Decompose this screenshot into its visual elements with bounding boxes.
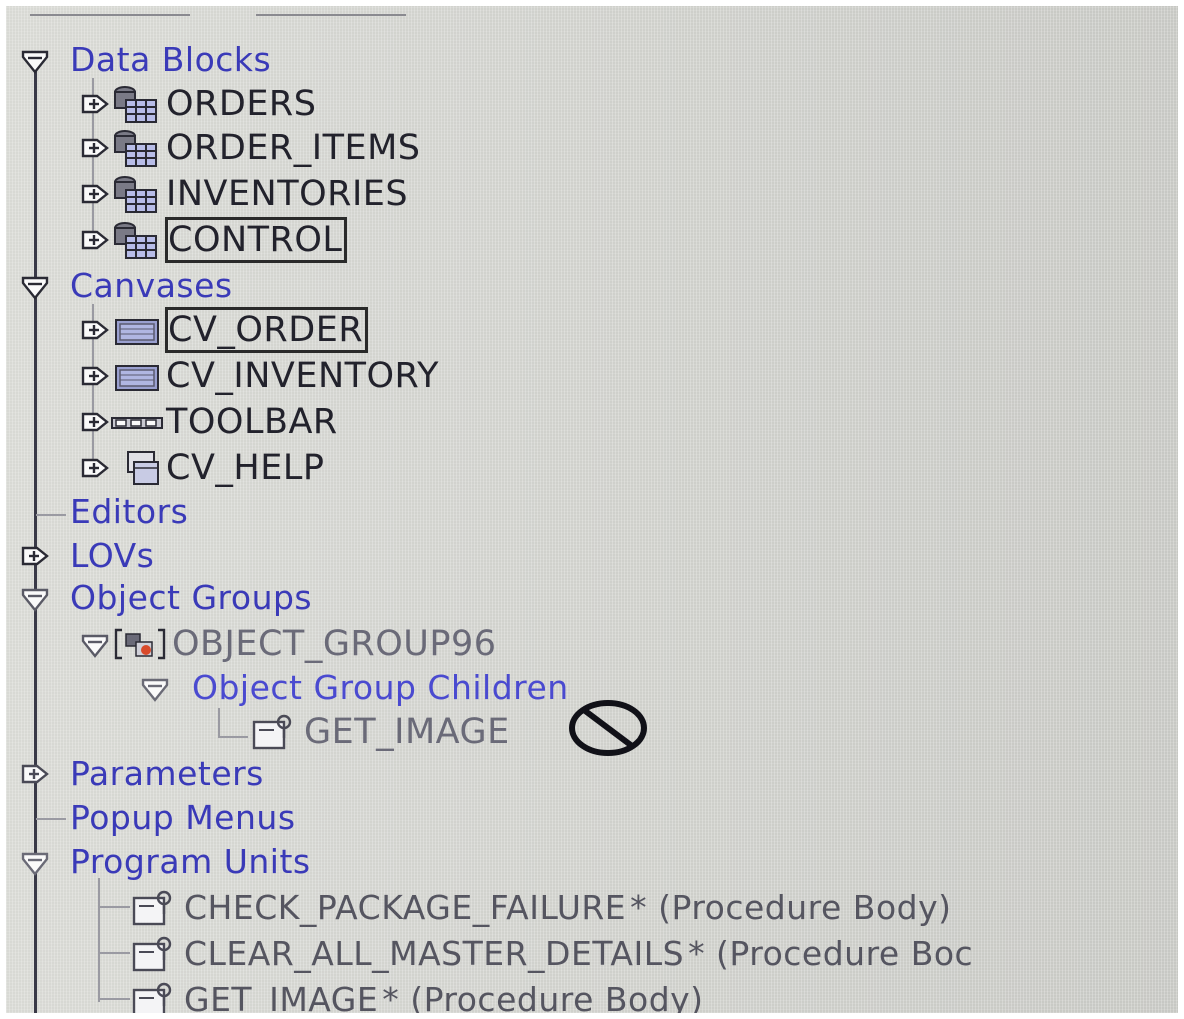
canvas-label: CV_ORDER (164, 307, 369, 353)
node-orders[interactable]: ORDERS (80, 82, 316, 126)
node-og-child-get-image[interactable]: GET_IMAGE (250, 710, 510, 754)
object-group-label: OBJECT_GROUP96 (172, 624, 497, 664)
node-order-items[interactable]: ORDER_ITEMS (80, 126, 420, 170)
category-label: Data Blocks (70, 40, 272, 79)
category-label: Parameters (70, 754, 264, 793)
clipped-row-line (256, 14, 406, 16)
tree-line-og-children (218, 708, 220, 738)
tree-branch (100, 952, 130, 954)
content-canvas-icon (110, 356, 164, 396)
expand-icon[interactable] (80, 224, 110, 256)
program-unit-name: CHECK_PACKAGE_FAILURE (184, 888, 627, 927)
expand-icon[interactable] (80, 452, 110, 484)
expand-icon[interactable] (80, 360, 110, 392)
category-label: LOVs (70, 536, 155, 575)
node-program-unit[interactable]: CLEAR_ALL_MASTER_DETAILS * (Procedure Bo… (130, 932, 973, 976)
expand-icon[interactable] (80, 178, 110, 210)
data-block-icon (110, 84, 164, 124)
content-canvas-icon (110, 310, 164, 350)
node-cv-order[interactable]: CV_ORDER (80, 307, 369, 353)
tree-branch (36, 514, 66, 516)
node-program-unit[interactable]: GET_IMAGE * (Procedure Body) (130, 978, 704, 1013)
category-label: Object Group Children (192, 668, 569, 707)
node-editors[interactable]: Editors (70, 490, 188, 534)
node-popup-menus[interactable]: Popup Menus (70, 796, 296, 840)
tree-branch (218, 736, 248, 738)
canvas-label: CV_HELP (166, 448, 325, 488)
no-drop-cursor-icon (569, 700, 647, 756)
expand-icon[interactable] (80, 88, 110, 120)
node-inventories[interactable]: INVENTORIES (80, 172, 408, 216)
tree-branch (100, 906, 130, 908)
node-program-units[interactable]: Program Units (20, 840, 311, 884)
canvas-label: CV_INVENTORY (166, 356, 440, 396)
category-label: Canvases (70, 266, 233, 305)
collapse-icon[interactable] (80, 628, 110, 660)
program-unit-label: GET_IMAGE (304, 712, 510, 752)
node-lovs[interactable]: LOVs (20, 534, 154, 578)
expand-icon[interactable] (80, 406, 110, 438)
data-block-icon (110, 174, 164, 214)
program-unit-icon (130, 888, 182, 928)
expand-icon[interactable] (80, 132, 110, 164)
program-unit-icon (130, 980, 182, 1013)
node-cv-help[interactable]: CV_HELP (80, 446, 324, 490)
expand-icon[interactable] (20, 540, 50, 572)
stacked-canvas-icon (110, 448, 164, 488)
program-unit-icon (250, 712, 302, 752)
expand-icon[interactable] (20, 758, 50, 790)
data-block-label: ORDER_ITEMS (166, 128, 421, 168)
collapse-icon[interactable] (20, 582, 50, 614)
collapse-icon[interactable] (140, 672, 170, 704)
node-object-group-children[interactable]: Object Group Children (140, 666, 569, 710)
expand-icon[interactable] (80, 314, 110, 346)
tree-branch (36, 818, 66, 820)
data-block-icon (110, 128, 164, 168)
data-block-label: INVENTORIES (166, 174, 409, 214)
program-unit-type: * (Procedure Boc (688, 934, 974, 973)
category-label: Popup Menus (70, 798, 296, 837)
node-program-unit[interactable]: CHECK_PACKAGE_FAILURE * (Procedure Body) (130, 886, 951, 930)
node-toolbar[interactable]: TOOLBAR (80, 400, 338, 444)
node-control[interactable]: CONTROL (80, 217, 348, 263)
node-data-blocks[interactable]: Data Blocks (20, 38, 271, 82)
object-navigator: Data Blocks ORDERS ORDER_ITEMS INVENTORI… (6, 6, 1178, 1013)
node-parameters[interactable]: Parameters (20, 752, 264, 796)
program-unit-type: * (Procedure Body) (630, 888, 952, 927)
program-unit-name: GET_IMAGE (184, 980, 379, 1013)
program-unit-name: CLEAR_ALL_MASTER_DETAILS (184, 934, 685, 973)
category-label: Object Groups (70, 578, 313, 617)
collapse-icon[interactable] (20, 44, 50, 76)
node-object-group96[interactable]: OBJECT_GROUP96 (80, 622, 497, 666)
clipped-row-line (30, 14, 190, 16)
data-block-icon (110, 220, 164, 260)
toolbar-canvas-icon (110, 402, 164, 442)
category-label: Program Units (70, 842, 311, 881)
collapse-icon[interactable] (20, 846, 50, 878)
program-unit-type: * (Procedure Body) (382, 980, 704, 1013)
node-object-groups[interactable]: Object Groups (20, 576, 312, 620)
tree-line-program-units (98, 878, 100, 1002)
tree-branch (100, 998, 130, 1000)
node-cv-inventory[interactable]: CV_INVENTORY (80, 354, 439, 398)
object-group-icon (110, 624, 170, 664)
program-unit-icon (130, 934, 182, 974)
canvas-label: TOOLBAR (166, 402, 338, 442)
data-block-label: CONTROL (164, 217, 348, 263)
collapse-icon[interactable] (20, 270, 50, 302)
category-label: Editors (70, 492, 189, 531)
data-block-label: ORDERS (166, 84, 317, 124)
node-canvases[interactable]: Canvases (20, 264, 233, 308)
